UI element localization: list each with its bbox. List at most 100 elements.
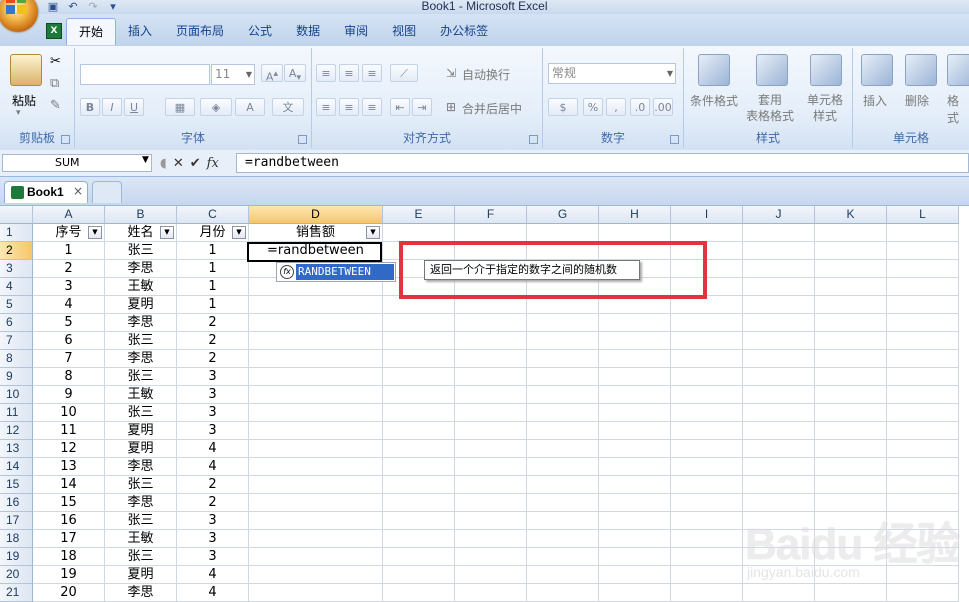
cell[interactable]: 夏明	[105, 566, 177, 584]
cell[interactable]: 2	[177, 314, 249, 332]
cell[interactable]	[599, 368, 671, 386]
cell[interactable]	[815, 242, 887, 260]
cell[interactable]	[383, 314, 455, 332]
cell[interactable]: 张三	[105, 512, 177, 530]
cell[interactable]	[815, 422, 887, 440]
cell[interactable]: 10	[33, 404, 105, 422]
cell[interactable]	[527, 458, 599, 476]
filter-dropdown-icon[interactable]: ▼	[366, 226, 380, 239]
cell[interactable]	[815, 296, 887, 314]
tab-review[interactable]: 审阅	[332, 18, 380, 44]
cell[interactable]	[383, 566, 455, 584]
fill-color-icon[interactable]: ◈	[200, 98, 232, 116]
cell[interactable]	[671, 494, 743, 512]
cell[interactable]	[455, 332, 527, 350]
filter-dropdown-icon[interactable]: ▼	[160, 226, 174, 239]
cell[interactable]: 李思	[105, 458, 177, 476]
tab-view[interactable]: 视图	[380, 18, 428, 44]
cell[interactable]	[249, 368, 383, 386]
cell[interactable]	[527, 224, 599, 242]
name-box[interactable]: SUM	[2, 154, 152, 172]
cell[interactable]	[671, 440, 743, 458]
cell[interactable]	[527, 314, 599, 332]
row-header[interactable]: 6	[0, 314, 33, 332]
font-launcher-icon[interactable]	[298, 135, 307, 144]
cell[interactable]: 李思	[105, 314, 177, 332]
cell[interactable]	[887, 242, 959, 260]
cell[interactable]	[455, 494, 527, 512]
cell[interactable]	[599, 332, 671, 350]
cell[interactable]: 14	[33, 476, 105, 494]
row-header[interactable]: 12	[0, 422, 33, 440]
cell[interactable]: 1	[33, 242, 105, 260]
filter-dropdown-icon[interactable]: ▼	[232, 226, 246, 239]
row-header[interactable]: 2	[0, 242, 33, 260]
column-header-i[interactable]: I	[671, 206, 743, 224]
delete-cells-button[interactable]: 删除	[905, 92, 929, 109]
copy-icon[interactable]: ⧉	[50, 76, 59, 91]
cell[interactable]	[815, 332, 887, 350]
column-header-c[interactable]: C	[177, 206, 249, 224]
cell[interactable]: 王敏	[105, 386, 177, 404]
cell[interactable]: 李思	[105, 260, 177, 278]
cell[interactable]: 4	[177, 584, 249, 602]
cell[interactable]	[455, 386, 527, 404]
insert-cells-icon[interactable]	[861, 54, 893, 86]
align-left-icon[interactable]: ≡	[316, 98, 336, 116]
cell[interactable]	[743, 458, 815, 476]
row-header[interactable]: 14	[0, 458, 33, 476]
cell[interactable]: 李思	[105, 350, 177, 368]
underline-icon[interactable]: U	[124, 98, 144, 116]
header-cell[interactable]: 月份 ▼	[177, 224, 249, 242]
cell[interactable]: 王敏	[105, 278, 177, 296]
conditional-format-icon[interactable]	[698, 54, 730, 86]
cell[interactable]: 2	[177, 332, 249, 350]
cell[interactable]	[383, 530, 455, 548]
orientation-icon[interactable]: ⟋	[390, 64, 418, 82]
tab-office-tab[interactable]: 办公标签	[428, 18, 500, 44]
cell[interactable]	[527, 404, 599, 422]
cell[interactable]	[815, 440, 887, 458]
paste-icon[interactable]	[10, 54, 42, 86]
font-color-icon[interactable]: A	[235, 98, 265, 116]
cell[interactable]: 1	[177, 278, 249, 296]
decrease-indent-icon[interactable]: ⇤	[390, 98, 410, 116]
number-format-select[interactable]: 常规 ▼	[548, 63, 676, 84]
cell[interactable]	[743, 368, 815, 386]
row-header[interactable]: 8	[0, 350, 33, 368]
cell[interactable]	[383, 350, 455, 368]
cell[interactable]	[527, 548, 599, 566]
cell[interactable]: 18	[33, 548, 105, 566]
cell[interactable]	[671, 368, 743, 386]
formula-input[interactable]: =randbetween	[236, 153, 969, 173]
cell[interactable]	[887, 350, 959, 368]
cell[interactable]	[743, 296, 815, 314]
insert-function-icon[interactable]: fx	[207, 156, 219, 171]
cell[interactable]	[527, 566, 599, 584]
cell[interactable]	[815, 314, 887, 332]
cell[interactable]	[671, 548, 743, 566]
cell[interactable]	[249, 548, 383, 566]
tab-formulas[interactable]: 公式	[236, 18, 284, 44]
cell[interactable]	[383, 476, 455, 494]
tab-page-layout[interactable]: 页面布局	[164, 18, 236, 44]
header-cell[interactable]: 销售额 ▼	[249, 224, 383, 242]
cell[interactable]	[743, 440, 815, 458]
cell[interactable]	[671, 332, 743, 350]
cell[interactable]	[887, 422, 959, 440]
cell[interactable]: 4	[33, 296, 105, 314]
row-header[interactable]: 17	[0, 512, 33, 530]
cell[interactable]	[455, 548, 527, 566]
row-header[interactable]: 3	[0, 260, 33, 278]
row-header[interactable]: 4	[0, 278, 33, 296]
cell[interactable]	[599, 350, 671, 368]
cell[interactable]	[671, 386, 743, 404]
cell[interactable]	[599, 314, 671, 332]
cell[interactable]: 17	[33, 530, 105, 548]
cell[interactable]	[455, 440, 527, 458]
cell[interactable]	[887, 278, 959, 296]
row-header[interactable]: 10	[0, 386, 33, 404]
cell[interactable]: 夏明	[105, 440, 177, 458]
cell[interactable]: 2	[177, 350, 249, 368]
wrap-text-button[interactable]: 自动换行	[462, 66, 510, 83]
